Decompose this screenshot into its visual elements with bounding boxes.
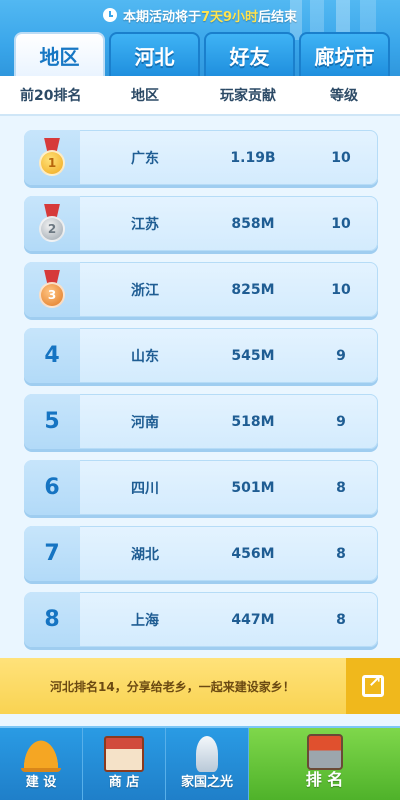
ranking-row[interactable]: 3 浙江 825M 10 — [24, 262, 378, 317]
nav-ranking[interactable]: 排 名 — [249, 728, 400, 800]
column-region: 地区 — [131, 88, 159, 104]
share-message: 河北排名14，分享给老乡，一起来建设家乡！ — [50, 679, 295, 694]
ranking-row[interactable]: 6 四川 501M 8 — [24, 460, 378, 515]
region-name: 河南 — [131, 414, 159, 431]
level-value: 8 — [336, 479, 346, 496]
contribution-value: 858M — [231, 215, 275, 232]
bottom-nav: 建 设 商 店 家国之光 排 名 — [0, 726, 400, 800]
region-name: 山东 — [131, 348, 159, 365]
ranking-row[interactable]: 8 上海 447M 8 — [24, 592, 378, 647]
ranking-list[interactable]: 1 广东 1.19B 10 2 江苏 858M 10 3 浙江 825M 10 — [0, 118, 400, 658]
rocket-icon — [196, 736, 218, 772]
share-icon — [362, 672, 384, 697]
region-name: 江苏 — [131, 216, 159, 233]
bronze-medal-icon: 3 — [37, 269, 67, 310]
tab-friends[interactable]: 好友 — [204, 32, 295, 76]
level-value: 9 — [336, 347, 346, 364]
contribution-value: 545M — [231, 347, 275, 364]
helmet-icon — [21, 736, 61, 772]
region-name: 上海 — [131, 612, 159, 629]
column-rank: 前20排名 — [20, 88, 82, 104]
rank-cell: 7 — [24, 526, 80, 581]
nav-build-label: 建 设 — [25, 775, 57, 790]
rank-cell: 4 — [24, 328, 80, 383]
region-name: 四川 — [131, 480, 159, 497]
event-notice: 本期活动将于 7天9小时 后结束 — [0, 6, 400, 25]
ranking-row[interactable]: 1 广东 1.19B 10 — [24, 130, 378, 185]
notice-prefix: 本期活动将于 — [122, 9, 201, 25]
silver-medal-icon: 2 — [37, 203, 67, 244]
column-header: 前20排名 地区 玩家贡献 等级 — [0, 76, 400, 116]
nav-national-glory-label: 家国之光 — [180, 775, 233, 790]
nav-national-glory[interactable]: 家国之光 — [166, 728, 249, 800]
rank-number: 7 — [44, 541, 60, 566]
ranking-icon — [306, 734, 343, 770]
column-level: 等级 — [330, 88, 358, 104]
notice-countdown: 7天9小时 — [200, 9, 259, 25]
contribution-value: 825M — [231, 281, 275, 298]
contribution-value: 447M — [231, 611, 275, 628]
rank-number: 8 — [44, 607, 60, 632]
tab-langfang[interactable]: 廊坊市 — [299, 32, 390, 76]
level-value: 8 — [336, 611, 346, 628]
shop-icon — [104, 736, 144, 772]
ranking-row[interactable]: 4 山东 545M 9 — [24, 328, 378, 383]
tab-bar: 地区 河北 好友 廊坊市 — [14, 32, 390, 76]
notice-suffix: 后结束 — [258, 9, 298, 25]
rank-cell: 5 — [24, 394, 80, 449]
rank-number: 5 — [44, 409, 60, 434]
contribution-value: 1.19B — [230, 149, 276, 166]
rank-cell: 1 — [24, 130, 80, 185]
share-bar: 河北排名14，分享给老乡，一起来建设家乡！ — [0, 658, 400, 714]
level-value: 8 — [336, 545, 346, 562]
rank-cell: 8 — [24, 592, 80, 647]
level-value: 10 — [331, 281, 351, 298]
tab-region[interactable]: 地区 — [14, 32, 105, 76]
column-score: 玩家贡献 — [220, 88, 276, 104]
tab-hebei[interactable]: 河北 — [109, 32, 200, 76]
level-value: 9 — [336, 413, 346, 430]
clock-icon — [102, 8, 117, 22]
nav-build[interactable]: 建 设 — [0, 728, 83, 800]
contribution-value: 456M — [231, 545, 275, 562]
rank-cell: 2 — [24, 196, 80, 251]
region-name: 广东 — [131, 150, 159, 167]
share-button[interactable] — [346, 658, 400, 714]
rank-cell: 6 — [24, 460, 80, 515]
region-name: 浙江 — [131, 282, 159, 299]
level-value: 10 — [331, 149, 351, 166]
ranking-row[interactable]: 5 河南 518M 9 — [24, 394, 378, 449]
contribution-value: 518M — [231, 413, 275, 430]
gold-medal-icon: 1 — [37, 137, 67, 178]
nav-shop[interactable]: 商 店 — [83, 728, 166, 800]
top-banner: 本期活动将于 7天9小时 后结束 地区 河北 好友 廊坊市 — [0, 0, 400, 76]
nav-shop-label: 商 店 — [108, 775, 140, 790]
rank-number: 4 — [44, 343, 60, 368]
contribution-value: 501M — [231, 479, 275, 496]
rank-cell: 3 — [24, 262, 80, 317]
ranking-row[interactable]: 7 湖北 456M 8 — [24, 526, 378, 581]
ranking-row[interactable]: 2 江苏 858M 10 — [24, 196, 378, 251]
level-value: 10 — [331, 215, 351, 232]
rank-number: 6 — [44, 475, 60, 500]
region-name: 湖北 — [131, 546, 159, 563]
